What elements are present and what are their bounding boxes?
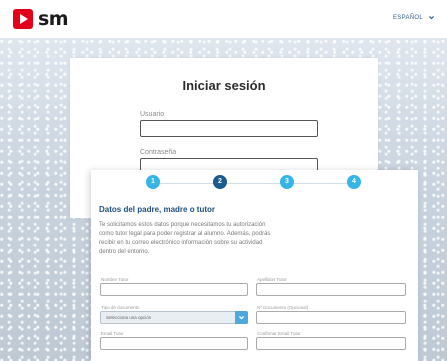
language-selector[interactable]: ESPAÑOL: [393, 14, 435, 21]
step-4[interactable]: 4: [347, 175, 361, 189]
step-2[interactable]: 2: [213, 175, 227, 189]
document-type-value: Selecciona una opción: [106, 315, 152, 320]
username-input[interactable]: [140, 120, 318, 137]
confirm-email-label: Confirmar Email Tutor: [257, 331, 301, 336]
tutor-surname-label: Apellidos Tutor: [257, 277, 287, 282]
tutor-name-label: Nombre Tutor: [101, 277, 129, 282]
username-label: Usuario: [140, 111, 165, 118]
tutor-name-input[interactable]: [100, 283, 248, 296]
login-title: Iniciar sesión: [182, 78, 266, 93]
select-dropdown-button[interactable]: [235, 311, 248, 324]
chevron-down-icon: [429, 16, 434, 20]
logo-text: sm: [38, 8, 69, 30]
tutor-surname-input[interactable]: [256, 283, 406, 296]
language-label: ESPAÑOL: [393, 14, 423, 21]
document-number-input[interactable]: [256, 311, 406, 324]
chevron-down-icon: [238, 316, 245, 320]
registration-title: Datos del padre, madre o tutor: [99, 205, 216, 214]
top-header: sm ESPAÑOL: [0, 0, 447, 38]
document-type-select[interactable]: Selecciona una opción: [100, 311, 248, 324]
stepper-line: [153, 183, 353, 184]
tutor-email-input[interactable]: [100, 337, 248, 350]
step-1[interactable]: 1: [146, 175, 160, 189]
tutor-registration-card: 1 2 3 4 Datos del padre, madre o tutor T…: [91, 170, 418, 361]
document-number-label: Nº Documento (Opcional): [257, 305, 309, 310]
stepper: 1 2 3 4: [91, 170, 418, 198]
tutor-email-label: Email Tutor: [101, 331, 124, 336]
password-label: Contraseña: [140, 149, 177, 156]
document-type-label: Tipo de documento: [101, 305, 140, 310]
sm-logo[interactable]: sm: [13, 8, 69, 30]
play-icon: [13, 9, 33, 29]
step-3[interactable]: 3: [280, 175, 294, 189]
confirm-email-input[interactable]: [256, 337, 406, 350]
registration-description: Te solicitamos estos datos porque necesi…: [99, 222, 271, 255]
